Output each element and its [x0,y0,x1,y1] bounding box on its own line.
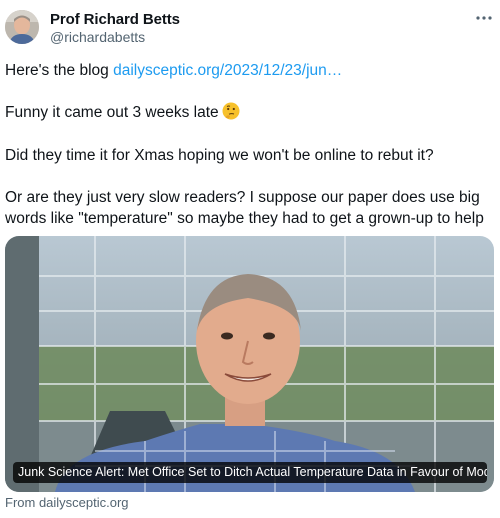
author-handle[interactable]: @richardabetts [50,29,145,45]
link-preview-card[interactable]: Junk Science Alert: Met Office Set to Di… [5,236,494,492]
more-options-icon[interactable] [472,6,496,30]
post-text-line-4: Or are they just very slow readers? I su… [5,189,480,206]
post-text-prefix: Here's the blog [5,62,114,79]
post-text-line-1: Here's the blog dailysceptic.org/2023/12… [5,60,342,81]
post-text-line-3: Did they time it for Xmas hoping we won'… [5,147,434,164]
link-source[interactable]: From dailysceptic.org [5,495,129,510]
author-name[interactable]: Prof Richard Betts [50,11,180,28]
link-preview-title: Junk Science Alert: Met Office Set to Di… [13,462,487,483]
preview-image [5,236,494,492]
post-link[interactable]: dailysceptic.org/2023/12/23/jun… [113,62,342,79]
post-text-line-5: words like "temperature" so maybe they h… [5,210,484,227]
post-text-late: Funny it came out 3 weeks late [5,104,219,121]
avatar[interactable] [5,10,39,44]
post-header: Prof Richard Betts @richardabetts [0,0,500,60]
thinking-face-emoji [222,102,240,126]
post-text-line-2: Funny it came out 3 weeks late [5,102,240,126]
